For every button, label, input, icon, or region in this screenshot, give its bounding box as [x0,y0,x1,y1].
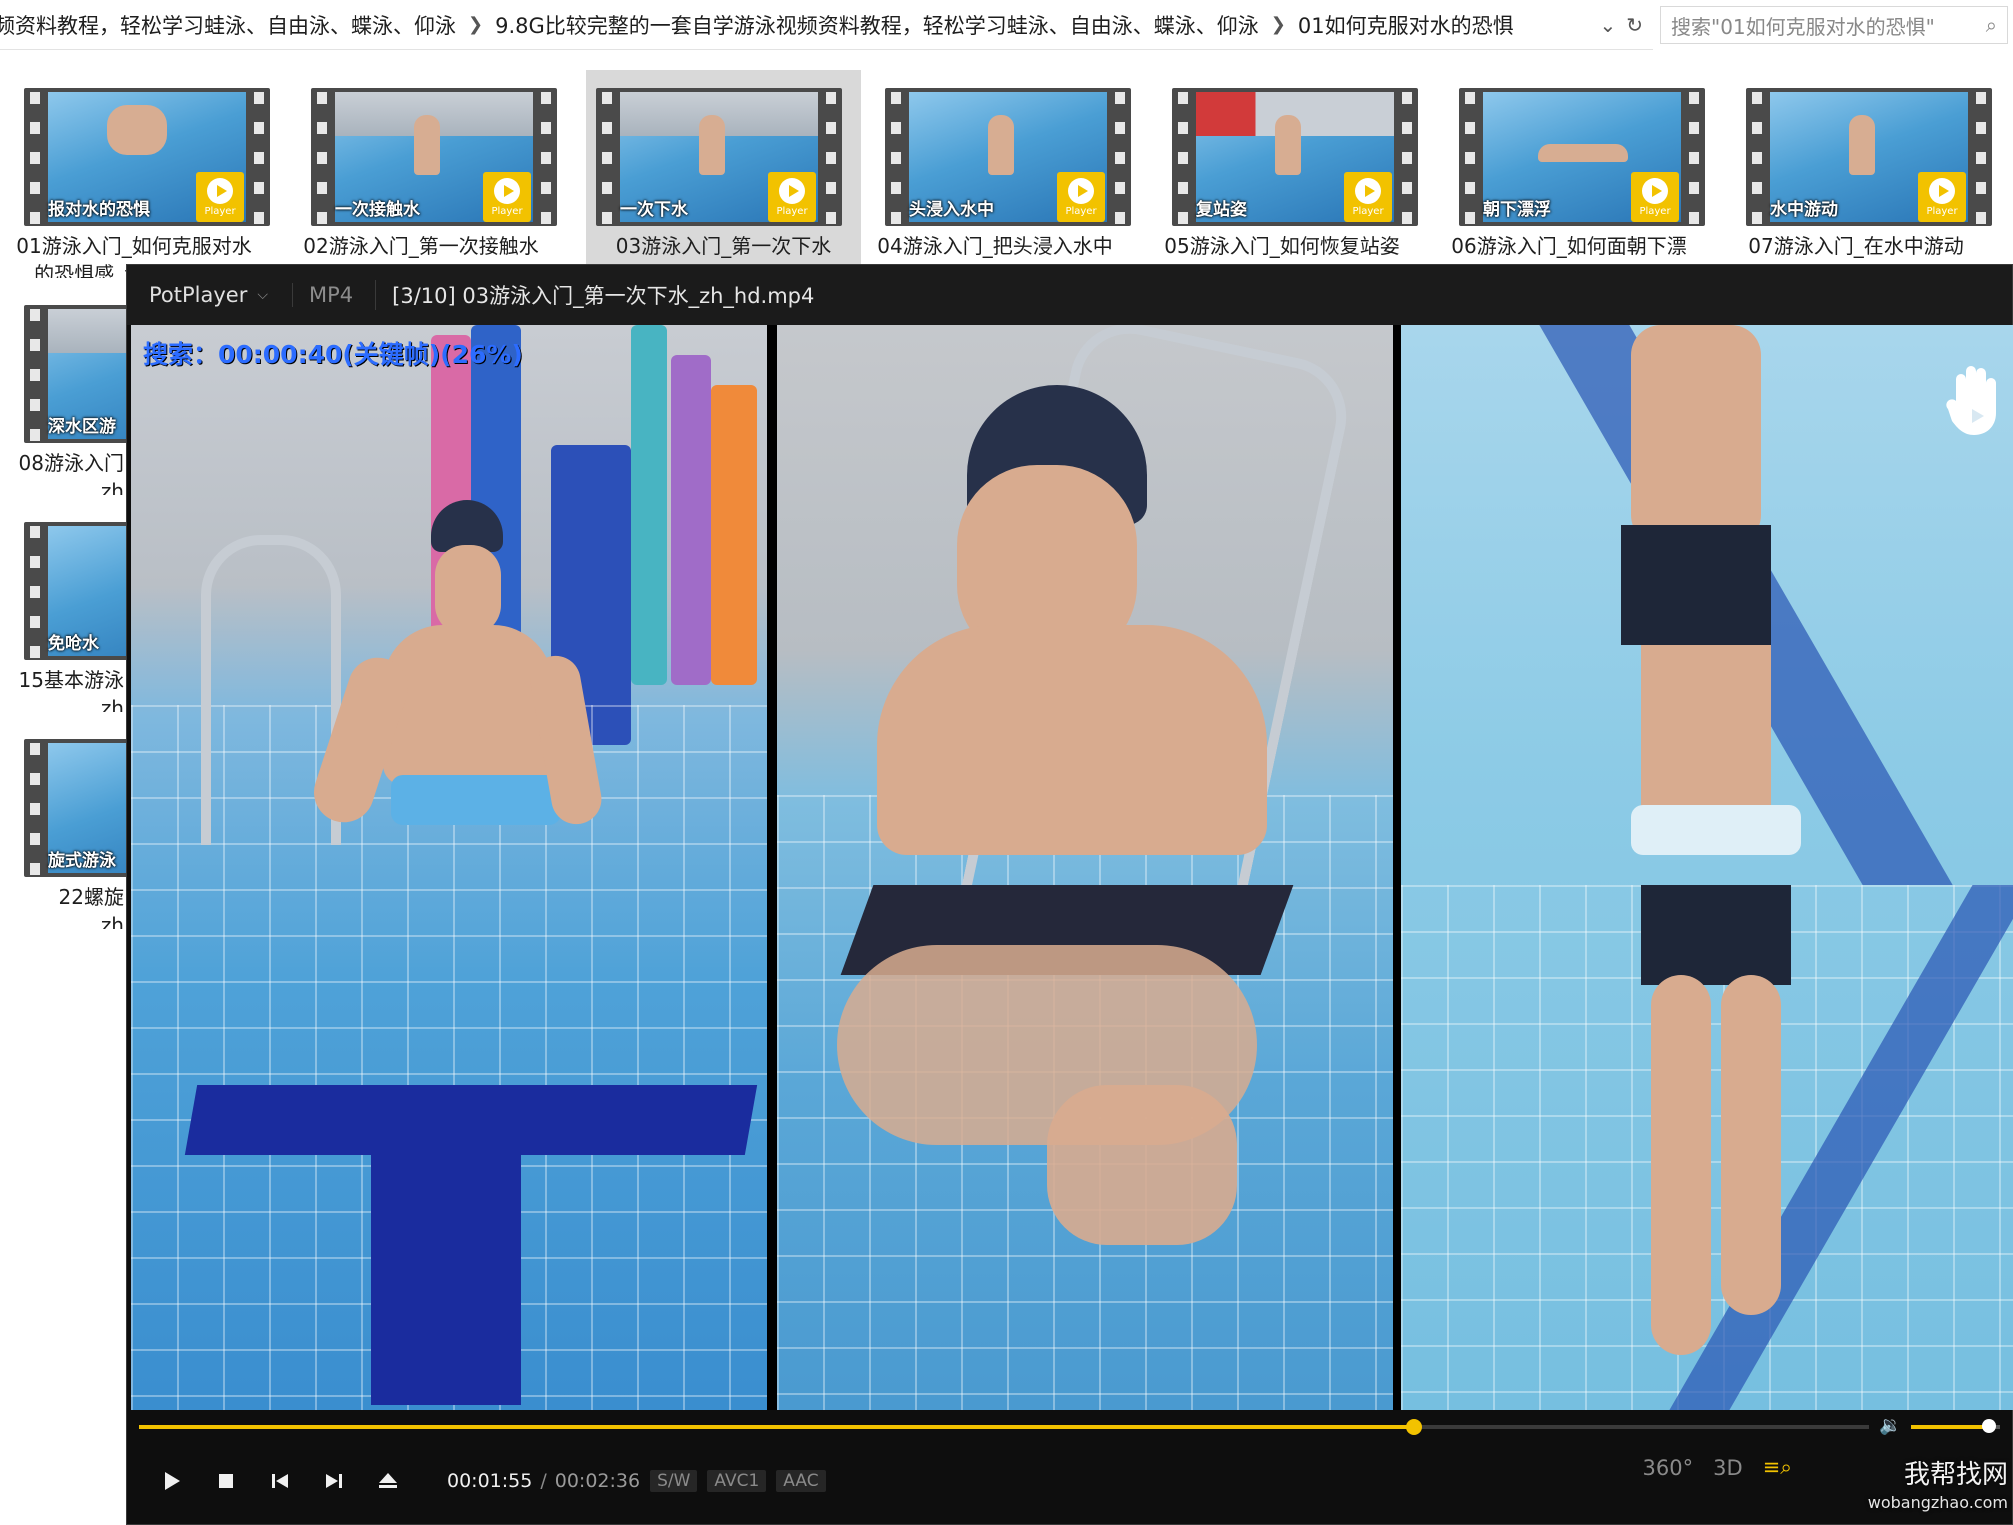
thumbnail-caption: 复站姿 [1196,200,1247,220]
thumbnail-caption: 报对水的恐惧 [48,200,150,220]
skip-next-icon [326,1474,342,1488]
thumbnail-caption: 朝下漂浮 [1483,200,1551,220]
file-item[interactable]: 免呛水 15基本游泳 _zh [0,504,126,712]
potplayer-badge-icon: Player [1631,172,1679,222]
seek-slider[interactable] [139,1415,1869,1439]
potplayer-badge-icon: Player [196,172,244,222]
skip-previous-icon [272,1474,288,1488]
search-input[interactable]: 搜索"01如何克服对水的恐惧" ⌕ [1660,6,2008,44]
video-thumbnail: 一次接触水 Player [311,88,557,226]
360-button[interactable]: 360° [1643,1456,1694,1480]
video-thumbnail: 朝下漂浮 Player [1459,88,1705,226]
potplayer-badge-icon: Player [1057,172,1105,222]
format-label: MP4 [291,283,353,307]
file-item[interactable]: 旋式游泳 22螺旋 _zh [0,721,126,929]
file-item[interactable]: 复站姿 Player 05游泳入门_如何恢复站姿 zh_hd.mp4 [1148,70,1418,278]
thumbnail-caption: 一次下水 [620,200,688,220]
refresh-icon[interactable]: ↻ [1626,13,1643,37]
stop-button[interactable] [207,1462,245,1500]
seek-handle[interactable] [1406,1419,1422,1435]
total-time: 00:02:36 [554,1470,641,1492]
chevron-down-icon[interactable]: ⌵ [257,287,268,303]
video-codec-tag[interactable]: AVC1 [707,1470,767,1492]
breadcrumb-item[interactable]: 01如何克服对水的恐惧 [1298,10,1514,40]
play-icon [165,1472,180,1490]
video-thumbnail: 旋式游泳 [24,739,126,877]
file-item[interactable]: 一次接触水 Player 02游泳入门_第一次接触水 zh_hd.mp4 [287,70,557,278]
audio-codec-tag[interactable]: AAC [776,1470,826,1492]
thumbnail-caption: 水中游动 [1770,200,1838,220]
sw-decoder-tag[interactable]: S/W [650,1470,698,1492]
next-button[interactable] [315,1462,353,1500]
file-name: 22螺旋 _zh [58,885,124,929]
seek-osd-text: 搜索：00:00:40(关键帧)(26%) [143,340,523,369]
watermark-text: 我帮找网 [1903,1460,2008,1490]
potplayer-badge-icon: Player [1344,172,1392,222]
volume-handle[interactable] [1982,1419,1997,1433]
speaker-icon[interactable]: 🔉 [1879,1415,1901,1436]
video-thumbnail: 水中游动 Player [1746,88,1992,226]
previous-button[interactable] [261,1462,299,1500]
address-bar[interactable]: 频资料教程，轻松学习蛙泳、自由泳、蝶泳、仰泳 ❯ 9.8G比较完整的一套自学游泳… [0,0,1653,50]
potplayer-badge-icon: Player [1918,172,1966,222]
video-thumbnail: 一次下水 Player [596,88,842,226]
thumbnail-caption: 深水区游 [48,417,116,437]
video-area[interactable]: 搜索：00:00:40(关键帧)(26%) [131,325,2013,1410]
file-item[interactable]: 朝下漂浮 Player 06游泳入门_如何面朝下漂 浮在水面_zh_hd.mp4 [1435,70,1705,278]
video-frame-panel [131,325,767,1410]
video-frame-panel [777,325,1393,1410]
chevron-down-icon[interactable]: ⌄ [1599,13,1616,37]
open-file-button[interactable] [369,1462,407,1500]
chevron-right-icon[interactable]: ❯ [1271,14,1286,35]
playlist-search-icon[interactable]: ≡⌕ [1763,1455,1792,1480]
current-time: 00:01:55 [447,1470,533,1492]
watermark: 我帮找网 wobangzhao.com [1868,1461,2008,1517]
thumbnail-caption: 旋式游泳 [48,851,116,871]
potplayer-badge-icon: Player [768,172,816,222]
hand-cursor-icon [1946,366,1996,435]
video-thumbnail: 复站姿 Player [1172,88,1418,226]
potplayer-badge-icon: Player [483,172,531,222]
eject-icon [379,1473,397,1488]
thumbnail-caption: 一次接触水 [335,200,420,220]
search-icon[interactable]: ⌕ [1986,13,1997,37]
breadcrumb-item[interactable]: 9.8G比较完整的一套自学游泳视频资料教程，轻松学习蛙泳、自由泳、蝶泳、仰泳 [495,10,1259,40]
chevron-right-icon[interactable]: ❯ [468,14,483,35]
thumbnail-caption: 头浸入水中 [909,200,994,220]
breadcrumb-item[interactable]: 频资料教程，轻松学习蛙泳、自由泳、蝶泳、仰泳 [0,10,456,40]
file-name: 08游泳入门 _zh [18,451,124,495]
file-name: 15基本游泳 _zh [18,668,124,712]
file-item-selected[interactable]: 一次下水 Player 03游泳入门_第一次下水 zh_hd.mp4 [586,70,861,278]
3d-button[interactable]: 3D [1713,1456,1743,1480]
video-thumbnail: 深水区游 [24,305,126,443]
address-tools: ⌄ ↻ [1599,13,1653,37]
player-file-title: [3/10] 03游泳入门_第一次下水_zh_hd.mp4 [375,280,814,310]
volume-control[interactable]: 🔉 [1879,1411,2004,1441]
player-menu-button[interactable]: PotPlayer [149,283,247,307]
video-thumbnail: 免呛水 [24,522,126,660]
video-thumbnail: 头浸入水中 Player [885,88,1131,226]
file-item[interactable]: 报对水的恐惧 Player 01游泳入门_如何克服对水 的恐惧感_zh_hd.m… [0,70,270,278]
time-separator: / [540,1470,547,1492]
potplayer-window[interactable]: PotPlayer ⌵ MP4 [3/10] 03游泳入门_第一次下水_zh_h… [126,264,2013,1525]
video-frame-panel [1401,325,2013,1410]
search-placeholder: 搜索"01如何克服对水的恐惧" [1671,14,1935,39]
watermark-url: wobangzhao.com [1867,1493,2008,1512]
file-item[interactable]: 深水区游 08游泳入门 _zh [0,287,126,495]
play-button[interactable] [153,1462,191,1500]
file-item[interactable]: 头浸入水中 Player 04游泳入门_把头浸入水中 zh_hd.mp4 [861,70,1131,278]
breadcrumb: 频资料教程，轻松学习蛙泳、自由泳、蝶泳、仰泳 ❯ 9.8G比较完整的一套自学游泳… [0,10,1599,40]
stop-icon [219,1474,233,1488]
thumbnail-caption: 免呛水 [48,634,99,654]
video-thumbnail: 报对水的恐惧 Player [24,88,270,226]
player-titlebar[interactable]: PotPlayer ⌵ MP4 [3/10] 03游泳入门_第一次下水_zh_h… [127,265,2012,325]
file-item[interactable]: 水中游动 Player 07游泳入门_在水中游动 zh_hd.mp4 [1722,70,1992,278]
